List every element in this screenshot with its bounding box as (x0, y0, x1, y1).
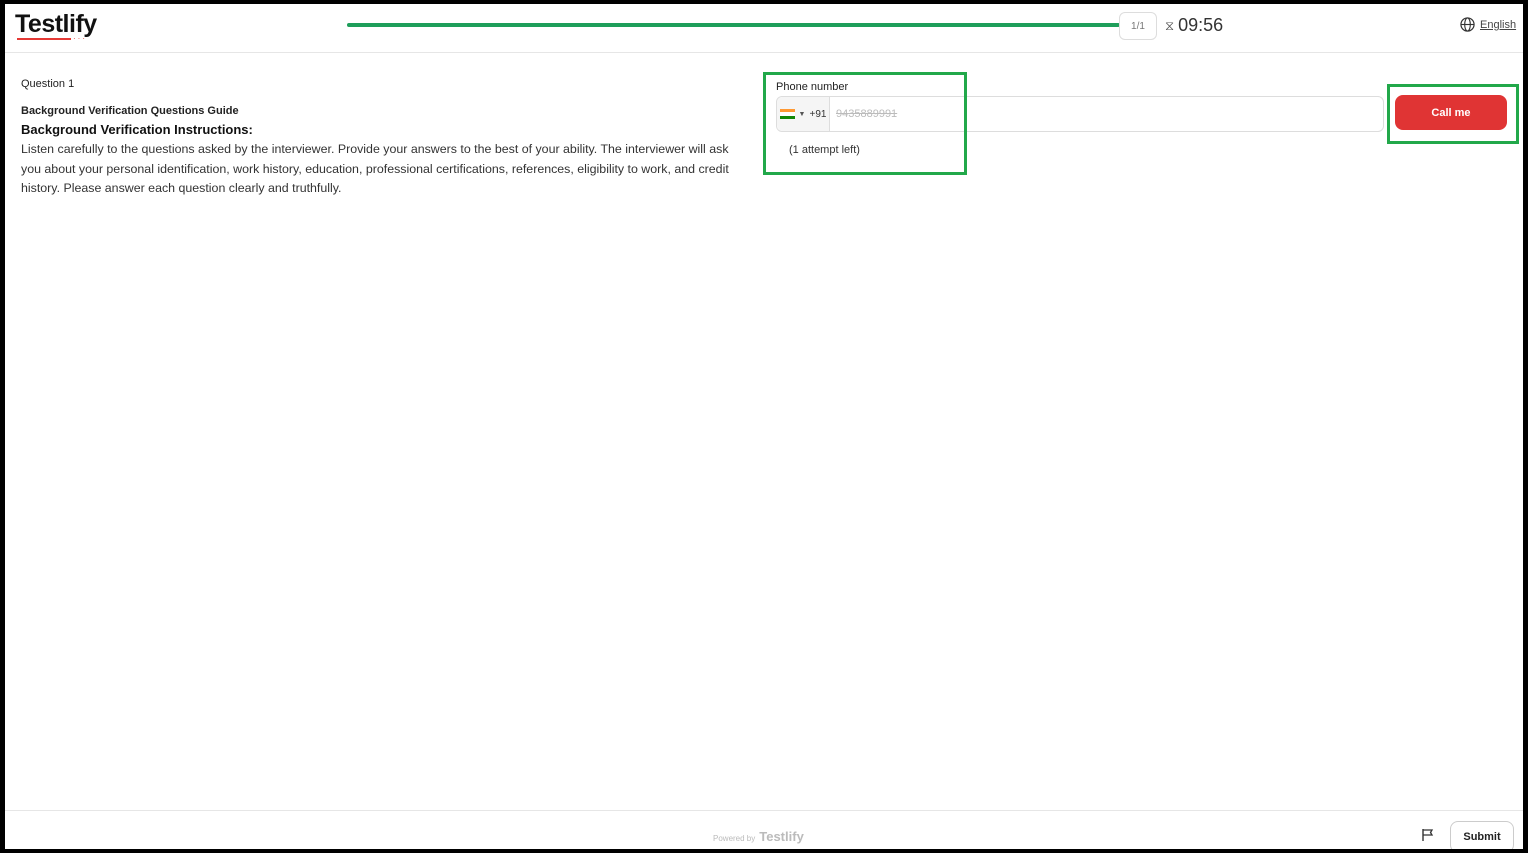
language-label: English (1480, 18, 1517, 31)
logo-dots: ··· (73, 34, 87, 43)
flag-icon[interactable] (1421, 828, 1435, 847)
progress-fill (347, 23, 1120, 27)
guide-title: Background Verification Questions Guide (21, 105, 239, 117)
instructions-title: Background Verification Instructions: (21, 122, 253, 137)
call-button-highlight-box (1387, 84, 1519, 144)
footer: Powered by Testlify Submit (5, 810, 1523, 849)
logo-underline (17, 38, 71, 40)
progress-bar (347, 23, 1120, 27)
powered-by: Powered by Testlify (713, 829, 804, 844)
globe-icon (1460, 17, 1475, 32)
hourglass-icon: ⧖ (1165, 17, 1175, 33)
app-frame: Testlify ··· 1/1 ⧖ 09:56 English Questio… (5, 4, 1523, 849)
powered-by-label: Powered by (713, 834, 756, 843)
language-selector[interactable]: English (1460, 17, 1516, 32)
instructions-body: Listen carefully to the questions asked … (21, 142, 729, 195)
question-counter[interactable]: 1/1 (1119, 12, 1157, 40)
timer: ⧖ 09:56 (1165, 15, 1223, 36)
question-number: Question 1 (21, 78, 75, 90)
header: Testlify ··· 1/1 ⧖ 09:56 English (5, 4, 1523, 53)
timer-value: 09:56 (1178, 15, 1224, 35)
powered-by-logo: Testlify (759, 829, 804, 844)
submit-button[interactable]: Submit (1450, 821, 1514, 849)
phone-highlight-box (763, 72, 967, 175)
